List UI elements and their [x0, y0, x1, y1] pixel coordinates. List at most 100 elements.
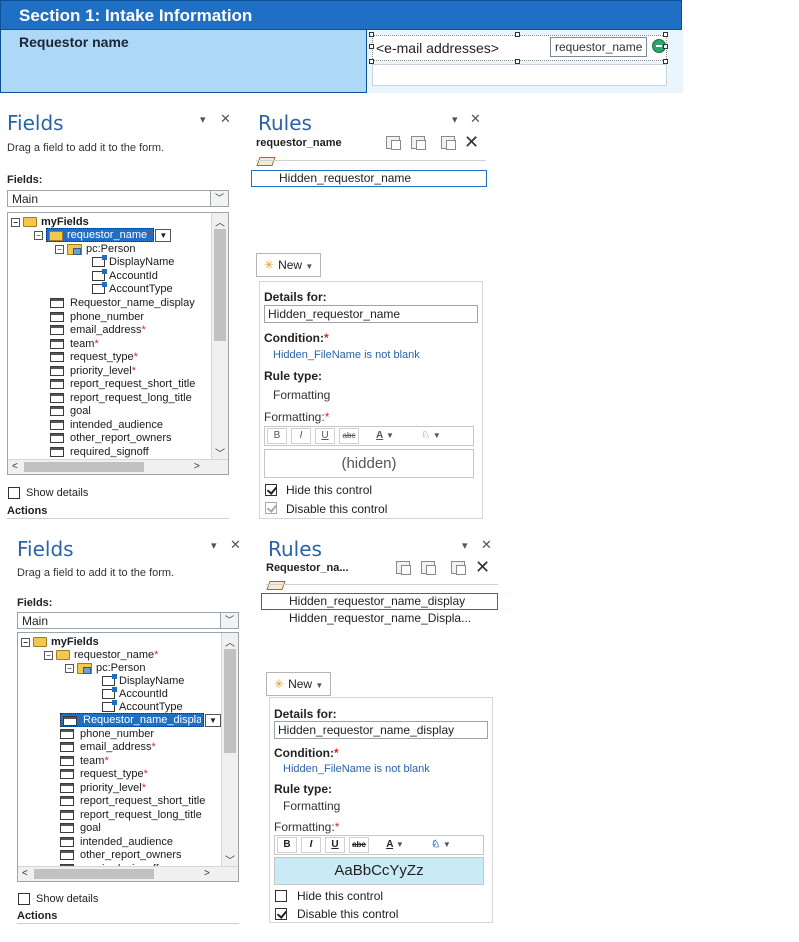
scroll-down-icon[interactable]: ﹀ [215, 445, 225, 460]
tree-node-field[interactable]: request_type* [60, 768, 148, 781]
paste-rule-icon[interactable] [441, 136, 456, 150]
close-icon[interactable]: ✕ [230, 537, 241, 553]
tree-node-field[interactable]: team* [60, 755, 109, 768]
italic-button[interactable]: I [301, 837, 321, 853]
rule-item[interactable]: Hidden_requestor_name [251, 170, 487, 187]
tree-node-field[interactable]: phone_number [60, 728, 154, 741]
fields-source-select[interactable]: Main ﹀ [17, 612, 239, 629]
shading-button[interactable]: ♘ ▼ [411, 428, 451, 444]
scroll-left-icon[interactable]: < [22, 868, 28, 879]
tree-node-field[interactable]: intended_audience [60, 836, 173, 849]
font-color-button[interactable]: A ▼ [365, 428, 405, 444]
tree-node-displayname[interactable]: DisplayName [92, 255, 174, 269]
paste-rule-icon[interactable] [451, 561, 466, 575]
rule-name-input[interactable]: Hidden_requestor_name_display [274, 721, 488, 739]
scroll-left-icon[interactable]: < [12, 461, 18, 472]
fields-source-select[interactable]: Main ﹀ [7, 190, 229, 207]
chevron-down-icon[interactable]: ▼ [205, 714, 221, 727]
copy-rule-icon[interactable] [386, 136, 401, 150]
scroll-right-icon[interactable]: > [194, 461, 200, 472]
copy-rule-icon[interactable] [396, 561, 411, 575]
rule-item[interactable]: Hidden_requestor_name_display [261, 593, 498, 610]
tree-vertical-scrollbar[interactable]: ︿ ﹀ [211, 213, 228, 461]
scroll-up-icon[interactable]: ︿ [215, 214, 225, 229]
strikethrough-button[interactable]: abc [349, 837, 369, 853]
close-icon[interactable]: ✕ [220, 111, 231, 127]
tree-node-accountid[interactable]: AccountId [102, 687, 168, 701]
tree-node-field[interactable]: goal [50, 405, 91, 418]
tree-node-field[interactable]: email_address* [50, 324, 146, 337]
scroll-down-icon[interactable]: ﹀ [225, 852, 235, 867]
show-details-checkbox[interactable] [18, 893, 30, 905]
resize-handle[interactable] [663, 44, 668, 49]
collapse-icon[interactable]: − [65, 663, 74, 673]
tree-node-field[interactable]: goal [60, 822, 101, 835]
tree-node-field[interactable]: email_address* [60, 741, 156, 754]
tree-node-accounttype[interactable]: AccountType [102, 700, 183, 714]
tree-node-field[interactable]: Requestor_name_display ▼ [60, 713, 221, 728]
tree-horizontal-scrollbar[interactable]: < > [8, 459, 228, 474]
underline-button[interactable]: U [325, 837, 345, 853]
pane-menu-icon[interactable]: ▾ [211, 539, 217, 552]
tree-node-displayname[interactable]: DisplayName [102, 674, 184, 688]
tree-node-field[interactable]: other_report_owners [60, 849, 182, 862]
tree-node-field[interactable]: intended_audience [50, 419, 163, 432]
resize-handle[interactable] [369, 32, 374, 37]
tree-horizontal-scrollbar[interactable]: < > [18, 866, 238, 881]
tree-node-field[interactable]: other_report_owners [50, 432, 172, 445]
collapse-icon[interactable]: − [55, 244, 64, 254]
tree-node-field[interactable]: report_request_long_title [60, 809, 202, 822]
delete-rule-icon[interactable]: ✕ [475, 558, 490, 576]
scroll-up-icon[interactable]: ︿ [225, 634, 235, 649]
tree-node-field[interactable]: request_type* [50, 351, 138, 364]
pane-menu-icon[interactable]: ▾ [452, 113, 458, 126]
person-picker[interactable]: <e-mail addresses> requestor_name [372, 35, 667, 61]
tree-node-field[interactable]: phone_number [50, 311, 144, 324]
resize-handle[interactable] [369, 44, 374, 49]
tree-node-requestor-name[interactable]: − requestor_name* ▼ [34, 228, 172, 243]
resize-handle[interactable] [369, 59, 374, 64]
hide-control-checkbox[interactable] [265, 484, 277, 496]
rule-item[interactable]: Hidden_requestor_name_Displa... [262, 611, 498, 628]
resize-handle[interactable] [663, 59, 668, 64]
collapse-icon[interactable]: − [44, 650, 53, 660]
bold-button[interactable]: B [277, 837, 297, 853]
tree-node-field[interactable]: team* [50, 338, 99, 351]
tree-node-field[interactable]: required_signoff [50, 446, 149, 459]
copy-all-icon[interactable] [411, 136, 426, 150]
tree-node-field[interactable]: priority_level* [60, 782, 146, 795]
shading-button[interactable]: ♘ ▼ [421, 837, 461, 853]
tree-node-field[interactable]: report_request_short_title [50, 378, 195, 391]
tree-node-requestor-name[interactable]: − requestor_name* [44, 649, 158, 662]
tree-node-root[interactable]: − myFields [21, 636, 99, 649]
tree-node-root[interactable]: − myFields [11, 216, 89, 229]
resize-handle[interactable] [663, 32, 668, 37]
pane-menu-icon[interactable]: ▾ [200, 113, 206, 126]
scroll-thumb[interactable] [224, 649, 236, 753]
chevron-down-icon[interactable]: ▼ [155, 229, 172, 242]
condition-link[interactable]: Hidden_FileName is not blank [283, 763, 430, 775]
delete-rule-icon[interactable]: ✕ [464, 133, 479, 151]
resize-handle[interactable] [515, 32, 520, 37]
new-rule-button[interactable]: ✳ New ▼ [266, 672, 332, 696]
tree-node-person[interactable]: − pc:Person [55, 243, 136, 256]
tree-vertical-scrollbar[interactable]: ︿ ﹀ [221, 633, 238, 868]
condition-link[interactable]: Hidden_FileName is not blank [273, 349, 420, 361]
rule-name-input[interactable]: Hidden_requestor_name [264, 305, 478, 323]
copy-all-icon[interactable] [421, 561, 436, 575]
new-rule-button[interactable]: ✳ New ▼ [256, 253, 322, 277]
scroll-thumb[interactable] [214, 229, 226, 341]
underline-button[interactable]: U [315, 428, 335, 444]
collapse-icon[interactable]: − [21, 637, 30, 647]
tree-node-field[interactable]: report_request_long_title [50, 392, 192, 405]
disable-control-checkbox[interactable] [275, 908, 287, 920]
tree-node-person[interactable]: − pc:Person [65, 662, 146, 675]
empty-field[interactable] [372, 64, 667, 86]
tree-node-field[interactable]: report_request_short_title [60, 795, 205, 808]
hide-control-checkbox[interactable] [275, 890, 287, 902]
collapse-icon[interactable]: − [34, 231, 43, 240]
tree-node-field[interactable]: priority_level* [50, 365, 136, 378]
scroll-thumb[interactable] [24, 462, 144, 472]
disable-control-checkbox[interactable] [265, 502, 277, 514]
pane-menu-icon[interactable]: ▾ [462, 539, 468, 552]
